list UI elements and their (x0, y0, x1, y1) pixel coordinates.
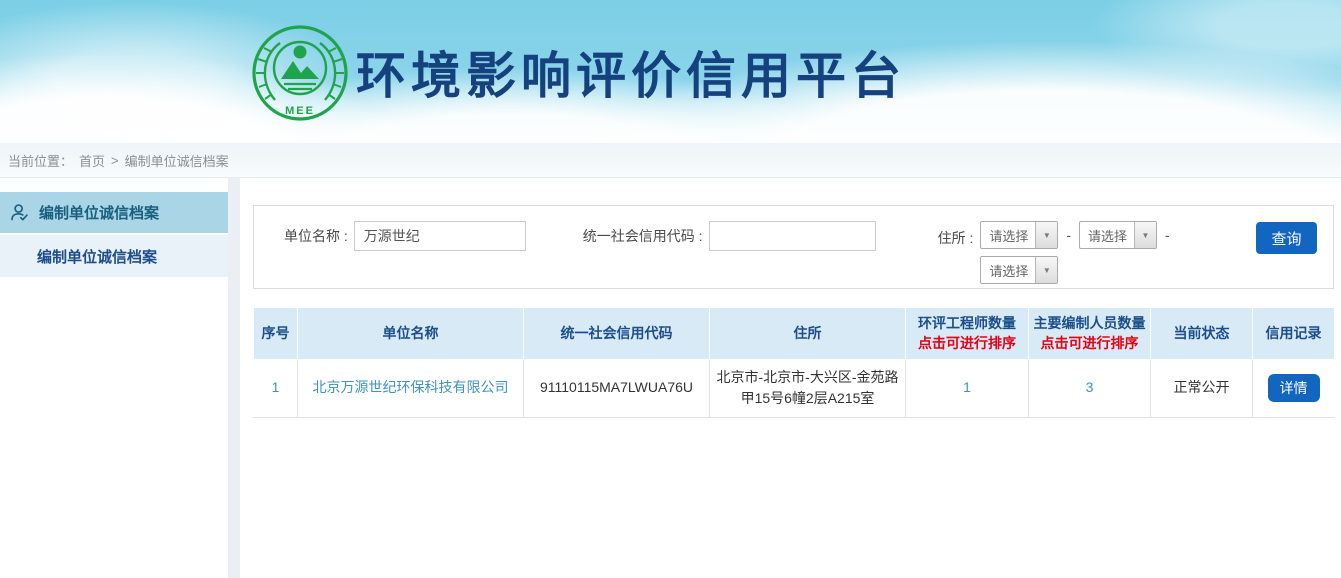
sidebar-item-label: 编制单位诚信档案 (39, 202, 159, 223)
cell-status: 正常公开 (1151, 359, 1253, 417)
dropdown-arrow-icon[interactable]: ▼ (1035, 222, 1057, 248)
site-title: 环境影响评价信用平台 (356, 36, 906, 108)
engineer-count-link[interactable]: 1 (963, 379, 971, 395)
address-province-select[interactable]: 请选择 ▼ (980, 221, 1058, 249)
col-header-index: 序号 (254, 308, 298, 360)
site-header: MEE 环境影响评价信用平台 (0, 0, 1341, 143)
col-header-address: 住所 (710, 308, 906, 360)
cell-credit-code: 91110115MA7LWUA76U (524, 359, 710, 417)
sort-hint-engineer: 点击可进行排序 (908, 333, 1026, 353)
address-city-value: 请选择 (1080, 222, 1134, 248)
unit-name-input[interactable] (354, 221, 526, 251)
address-separator-2: - (1165, 227, 1170, 243)
detail-button[interactable]: 详情 (1268, 374, 1320, 402)
user-check-icon (9, 202, 30, 223)
breadcrumb-prefix: 当前位置： (8, 151, 73, 170)
address-separator: - (1066, 227, 1071, 243)
cell-index: 1 (254, 359, 298, 417)
address-line-1: 北京市-北京市-大兴区-金苑路 (714, 367, 901, 389)
address-district-select[interactable]: 请选择 ▼ (980, 256, 1058, 284)
cell-company: 北京万源世纪环保科技有限公司 (298, 359, 524, 417)
col-header-staff-count[interactable]: 主要编制人员数量 点击可进行排序 (1029, 308, 1151, 360)
company-link[interactable]: 北京万源世纪环保科技有限公司 (313, 379, 509, 395)
address-combo-rows: 请选择 ▼ - 请选择 ▼ - 请选择 (980, 221, 1169, 284)
results-table: 序号 单位名称 统一社会信用代码 住所 环评工程师数量 点击可进行排序 主要编制… (253, 307, 1335, 418)
unit-name-group: 单位名称 : (284, 221, 526, 251)
col-header-credit-code: 统一社会信用代码 (524, 308, 710, 360)
credit-code-group: 统一社会信用代码 : (583, 221, 876, 251)
cell-engineer-count: 1 (906, 359, 1029, 417)
col-header-engineer-count[interactable]: 环评工程师数量 点击可进行排序 (906, 308, 1029, 360)
search-panel: 单位名称 : 统一社会信用代码 : 住所 : 请选择 ▼ (253, 205, 1334, 289)
address-province-value: 请选择 (981, 222, 1035, 248)
sidebar: 编制单位诚信档案 编制单位诚信档案 (0, 178, 228, 578)
col-header-company: 单位名称 (298, 308, 524, 360)
table-header: 序号 单位名称 统一社会信用代码 住所 环评工程师数量 点击可进行排序 主要编制… (254, 308, 1335, 360)
dropdown-arrow-icon[interactable]: ▼ (1035, 257, 1057, 283)
main-content: 单位名称 : 统一社会信用代码 : 住所 : 请选择 ▼ (240, 178, 1341, 578)
breadcrumb-separator: > (111, 153, 119, 168)
page: MEE 环境影响评价信用平台 当前位置： 首页 > 编制单位诚信档案 编制单位诚… (0, 0, 1341, 578)
breadcrumb-home-link[interactable]: 首页 (79, 151, 105, 170)
dropdown-arrow-icon[interactable]: ▼ (1134, 222, 1156, 248)
unit-name-label: 单位名称 : (284, 226, 348, 246)
brand: MEE 环境影响评价信用平台 (250, 21, 906, 123)
table-row: 1 北京万源世纪环保科技有限公司 91110115MA7LWUA76U 北京市-… (254, 359, 1335, 417)
address-line-2: 甲15号6幢2层A215室 (714, 388, 901, 410)
address-combo-row-1: 请选择 ▼ - 请选择 ▼ - (980, 221, 1169, 249)
mee-logo-icon: MEE (250, 23, 350, 123)
query-button[interactable]: 查询 (1256, 222, 1317, 254)
sidebar-divider (228, 178, 240, 578)
col-header-credit-record: 信用记录 (1253, 308, 1335, 360)
sidebar-subitem-credit-archive[interactable]: 编制单位诚信档案 (0, 235, 228, 277)
address-combo-row-2: 请选择 ▼ (980, 256, 1169, 284)
cell-credit-record: 详情 (1253, 359, 1335, 417)
col-header-status: 当前状态 (1151, 308, 1253, 360)
mee-logo-text: MEE (285, 105, 315, 117)
cell-address: 北京市-北京市-大兴区-金苑路 甲15号6幢2层A215室 (710, 359, 906, 417)
body-wrap: 编制单位诚信档案 编制单位诚信档案 单位名称 : 统一社会信用代码 : (0, 178, 1341, 578)
sidebar-item-credit-archive[interactable]: 编制单位诚信档案 (0, 192, 228, 233)
breadcrumb-current: 编制单位诚信档案 (125, 151, 229, 170)
address-group: 住所 : 请选择 ▼ - 请选择 ▼ - (938, 221, 1170, 284)
address-city-select[interactable]: 请选择 ▼ (1079, 221, 1157, 249)
breadcrumb: 当前位置： 首页 > 编制单位诚信档案 (0, 143, 1341, 178)
sidebar-subitem-label: 编制单位诚信档案 (37, 246, 157, 267)
cell-staff-count: 3 (1029, 359, 1151, 417)
credit-code-label: 统一社会信用代码 : (583, 226, 703, 246)
staff-count-link[interactable]: 3 (1086, 379, 1094, 395)
credit-code-input[interactable] (709, 221, 876, 251)
sort-hint-staff: 点击可进行排序 (1031, 333, 1148, 353)
address-label: 住所 : (938, 228, 974, 248)
address-district-value: 请选择 (981, 257, 1035, 283)
